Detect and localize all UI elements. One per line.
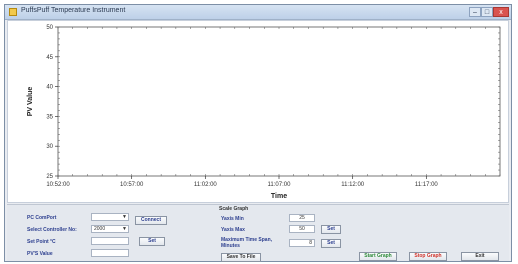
x-tick-label: 11:12:00 xyxy=(341,182,365,188)
y-tick-label: 45 xyxy=(46,55,53,61)
maximize-button[interactable]: □ xyxy=(481,7,493,17)
ymax-set-button[interactable]: Set xyxy=(321,225,341,234)
control-panel: PC ComPort ▼ Connect Select Controller N… xyxy=(7,204,509,262)
scale-graph-title: Scale Graph xyxy=(219,206,249,212)
y-tick-label: 40 xyxy=(46,85,53,91)
plot-area xyxy=(57,26,501,177)
pv-value-field xyxy=(91,249,129,257)
x-axis-title: Time xyxy=(271,193,287,200)
y-axis-title: PV Value xyxy=(27,87,34,117)
pv-chart: 25 30 35 40 45 50 10:52:00 10:57:00 11:02:00 11:0… xyxy=(27,25,501,200)
timespan-label: Maximum Time Span, Minutes xyxy=(221,237,277,249)
exit-button[interactable]: Exit xyxy=(461,252,499,261)
minimize-button[interactable]: – xyxy=(469,7,481,17)
chevron-down-icon: ▼ xyxy=(122,214,127,220)
controller-value: 2000 xyxy=(94,226,106,232)
x-tick-label: 11:17:00 xyxy=(415,182,439,188)
y-tick-label: 30 xyxy=(46,144,53,150)
timespan-set-button[interactable]: Set xyxy=(321,239,341,248)
pc-comport-select[interactable]: ▼ xyxy=(91,213,129,221)
title-bar: PuffsPuff Temperature Instrument – □ x xyxy=(5,5,511,20)
x-tick-label: 10:57:00 xyxy=(120,182,144,188)
start-graph-button[interactable]: Start Graph xyxy=(359,252,397,261)
x-tick-label: 11:02:00 xyxy=(194,182,218,188)
pc-comport-label: PC ComPort xyxy=(27,215,57,221)
app-icon xyxy=(9,8,17,16)
save-to-file-button[interactable]: Save To File xyxy=(221,253,261,262)
x-tick-label: 10:52:00 xyxy=(46,182,70,188)
set-point-set-button[interactable]: Set xyxy=(139,237,165,246)
set-point-label: Set Point °C xyxy=(27,239,56,245)
ymax-label: Yaxis Max xyxy=(221,227,245,233)
x-tick-label: 11:07:00 xyxy=(268,182,292,188)
y-tick-label: 50 xyxy=(46,25,53,31)
app-window: PuffsPuff Temperature Instrument – □ x 2… xyxy=(4,4,512,262)
connect-button[interactable]: Connect xyxy=(135,216,167,225)
pv-value-label: PV'S Value xyxy=(27,251,53,257)
ymin-input[interactable]: 25 xyxy=(289,214,315,222)
timespan-input[interactable]: 8 xyxy=(289,239,315,247)
timespan-label-text: Maximum Time Span, Minutes xyxy=(221,237,273,249)
controller-select[interactable]: 2000 ▼ xyxy=(91,225,129,233)
y-tick-label: 35 xyxy=(46,114,53,120)
close-button[interactable]: x xyxy=(493,7,509,17)
ymax-input[interactable]: 50 xyxy=(289,225,315,233)
chart-panel: 25 30 35 40 45 50 10:52:00 10:57:00 11:02:00 11:0… xyxy=(7,20,509,203)
chevron-down-icon: ▼ xyxy=(122,226,127,232)
select-controller-label: Select Controller No: xyxy=(27,227,77,233)
set-point-input[interactable] xyxy=(91,237,129,245)
stop-graph-button[interactable]: Stop Graph xyxy=(409,252,447,261)
y-tick-label: 25 xyxy=(46,174,53,180)
ymin-label: Yaxis Min xyxy=(221,216,244,222)
window-title: PuffsPuff Temperature Instrument xyxy=(21,7,126,14)
